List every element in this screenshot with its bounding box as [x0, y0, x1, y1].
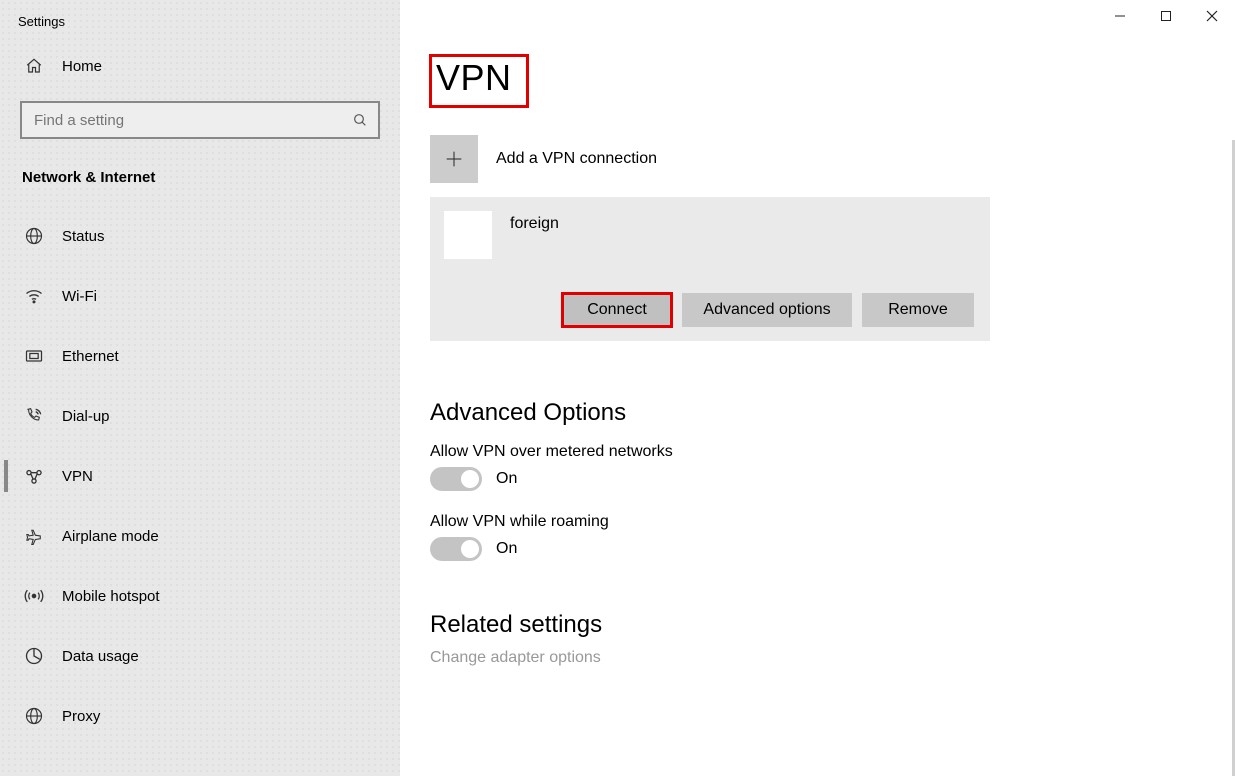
nav-item-datausage[interactable]: Data usage — [0, 626, 400, 686]
nav-item-airplane[interactable]: Airplane mode — [0, 506, 400, 566]
nav-label: Data usage — [62, 648, 139, 665]
related-settings-heading: Related settings — [430, 611, 1235, 639]
roaming-state: On — [496, 540, 517, 558]
airplane-icon — [24, 526, 44, 546]
nav-label: Mobile hotspot — [62, 588, 160, 605]
nav-label: Airplane mode — [62, 528, 159, 545]
nav-label: Proxy — [62, 708, 100, 725]
metered-label: Allow VPN over metered networks — [430, 443, 1235, 461]
phone-icon — [24, 406, 44, 426]
roaming-label: Allow VPN while roaming — [430, 513, 1235, 531]
add-vpn-label: Add a VPN connection — [496, 150, 657, 168]
nav-item-proxy[interactable]: Proxy — [0, 686, 400, 746]
vpn-connection-icon — [444, 211, 492, 259]
wifi-icon — [24, 286, 44, 306]
vpn-connection-item[interactable]: foreign Connect Advanced options Remove — [430, 197, 990, 341]
add-vpn-row[interactable]: Add a VPN connection — [430, 135, 1235, 183]
nav-label: VPN — [62, 468, 93, 485]
close-button[interactable] — [1189, 0, 1235, 32]
nav-item-status[interactable]: Status — [0, 206, 400, 266]
window-controls — [1097, 0, 1235, 32]
nav-label: Ethernet — [62, 348, 119, 365]
advanced-options-button[interactable]: Advanced options — [682, 293, 852, 327]
maximize-button[interactable] — [1143, 0, 1189, 32]
change-adapter-link[interactable]: Change adapter options — [430, 649, 1235, 667]
nav-label: Status — [62, 228, 105, 245]
nav-label: Wi-Fi — [62, 288, 97, 305]
minimize-button[interactable] — [1097, 0, 1143, 32]
home-link[interactable]: Home — [0, 37, 400, 95]
ethernet-icon — [24, 346, 44, 366]
category-heading: Network & Internet — [0, 151, 400, 202]
home-icon — [24, 57, 44, 75]
app-title: Settings — [0, 0, 400, 37]
remove-button[interactable]: Remove — [862, 293, 974, 327]
roaming-toggle[interactable] — [430, 537, 482, 561]
search-input[interactable] — [32, 111, 352, 130]
settings-sidebar: Settings Home Network & Internet Status — [0, 0, 400, 776]
plus-icon — [430, 135, 478, 183]
home-label: Home — [62, 58, 102, 75]
nav-list: Status Wi-Fi Ethernet Dial-up — [0, 202, 400, 746]
advanced-options-heading: Advanced Options — [430, 399, 1235, 427]
page-title: VPN — [430, 55, 528, 107]
nav-item-ethernet[interactable]: Ethernet — [0, 326, 400, 386]
metered-state: On — [496, 470, 517, 488]
search-icon — [352, 112, 368, 128]
nav-item-wifi[interactable]: Wi-Fi — [0, 266, 400, 326]
data-usage-icon — [24, 646, 44, 666]
vpn-connection-name: foreign — [510, 211, 559, 233]
search-box[interactable] — [20, 101, 380, 139]
proxy-icon — [24, 706, 44, 726]
nav-item-hotspot[interactable]: Mobile hotspot — [0, 566, 400, 626]
main-content: VPN Add a VPN connection foreign Connect… — [400, 0, 1235, 776]
metered-toggle[interactable] — [430, 467, 482, 491]
connect-button[interactable]: Connect — [562, 293, 672, 327]
hotspot-icon — [24, 586, 44, 606]
vpn-icon — [24, 466, 44, 486]
nav-label: Dial-up — [62, 408, 110, 425]
globe-icon — [24, 226, 44, 246]
nav-item-vpn[interactable]: VPN — [0, 446, 400, 506]
nav-item-dialup[interactable]: Dial-up — [0, 386, 400, 446]
